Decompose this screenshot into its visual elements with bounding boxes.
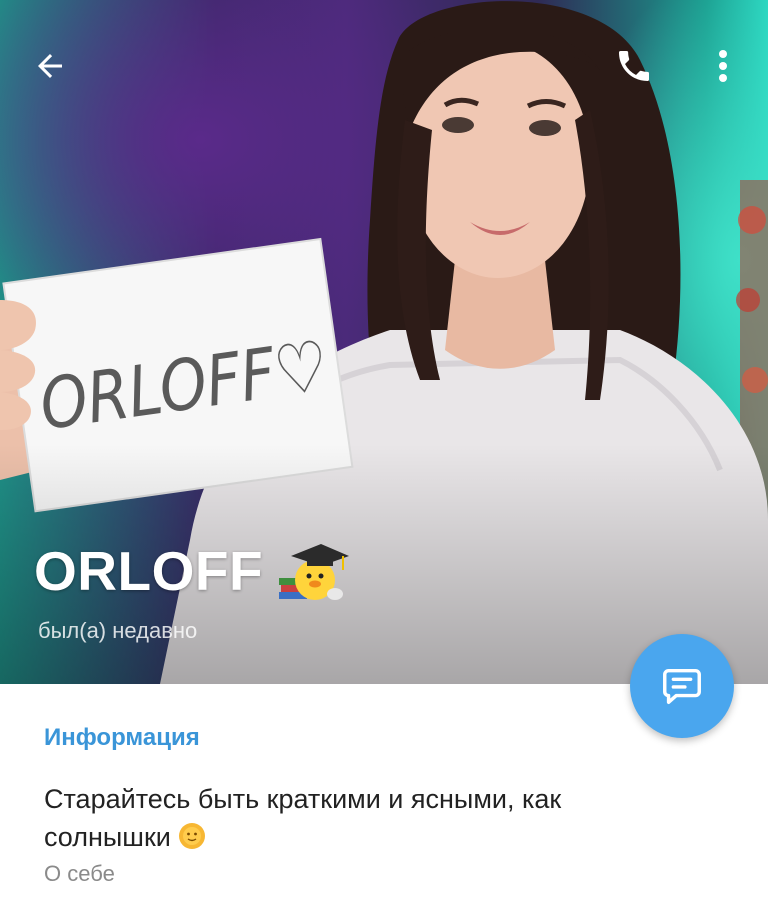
call-button[interactable]	[604, 40, 664, 92]
sun-emoji-icon	[178, 823, 205, 849]
profile-name-row: ORLOFF	[34, 538, 350, 604]
bio-line-1: Старайтесь быть краткими и ясными, как	[44, 784, 562, 814]
back-button[interactable]	[22, 40, 78, 92]
info-section-title: Информация	[44, 724, 200, 751]
bio-line-2: солнышки	[44, 822, 171, 852]
arrow-left-icon	[38, 54, 62, 78]
more-button[interactable]	[700, 40, 746, 92]
send-message-button[interactable]	[630, 634, 734, 738]
bio-text[interactable]: Старайтесь быть краткими и ясными, как с…	[44, 780, 684, 856]
profile-status: был(а) недавно	[38, 618, 198, 643]
bio-caption: О себе	[44, 861, 115, 886]
phone-icon	[619, 51, 649, 81]
duck-graduate-sticker-icon	[279, 544, 350, 600]
profile-name: ORLOFF	[34, 540, 264, 602]
message-icon	[663, 668, 701, 705]
more-vertical-icon	[719, 50, 727, 82]
profile-header: ORLOFF♡ ORLOFF был(а) недавно	[0, 0, 768, 684]
